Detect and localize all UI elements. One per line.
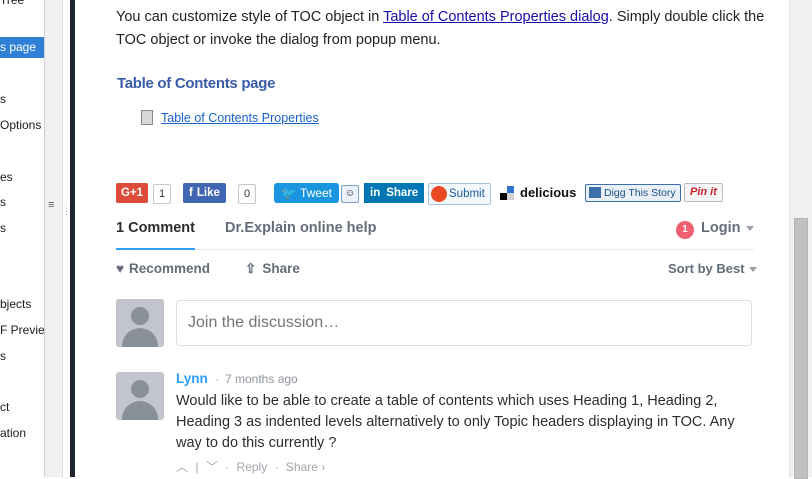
recommend-label: Recommend	[129, 261, 211, 276]
toc-section-heading: Table of Contents page	[117, 75, 276, 92]
recommend-button[interactable]: ♥ Recommend	[116, 261, 210, 276]
share-arrow-icon: ⇪	[245, 261, 257, 276]
tab-comments[interactable]: 1 Comment	[116, 220, 195, 236]
linkedin-share-label: Share	[386, 187, 419, 199]
toc-entry-link[interactable]: Table of Contents Properties	[161, 111, 319, 125]
vertical-scrollbar[interactable]	[789, 0, 812, 479]
like-label: Like	[196, 187, 220, 199]
notification-badge[interactable]: 1	[676, 221, 694, 239]
delicious-label: delicious	[520, 185, 577, 200]
sidebar-item[interactable]: s	[0, 221, 6, 235]
google-plus-count: 1	[153, 184, 172, 204]
share-thread-label: Share	[262, 261, 300, 276]
sidebar-item[interactable]: Tree	[0, 0, 24, 7]
scrollbar-thumb[interactable]	[794, 218, 808, 479]
facebook-icon: f	[189, 187, 193, 199]
reply-link[interactable]: Reply	[237, 460, 268, 474]
facebook-like-count: 0	[238, 184, 257, 204]
sidebar-item[interactable]: bjects	[0, 297, 31, 311]
stumbleupon-icon	[431, 186, 447, 202]
pinterest-pin-button[interactable]: Pin it	[684, 183, 723, 202]
commenter-avatar[interactable]	[116, 372, 164, 420]
toc-style-paragraph: You can customize style of TOC object in…	[116, 6, 766, 52]
sidebar-item[interactable]: es	[0, 170, 13, 184]
share-thread-button[interactable]: ⇪ Share	[245, 261, 300, 277]
toc-properties-dialog-link[interactable]: Table of Contents Properties dialog	[383, 9, 609, 25]
stumbleupon-label: Submit	[449, 188, 485, 200]
tab-community[interactable]: Dr.Explain online help	[225, 220, 376, 236]
delicious-button[interactable]: delicious	[500, 183, 576, 203]
sidebar-item[interactable]: ation	[0, 426, 26, 440]
tweet-button[interactable]: 🐦 Tweet	[274, 183, 339, 203]
comment-share-link[interactable]: Share ›	[286, 460, 325, 474]
comment-author[interactable]: Lynn	[176, 371, 208, 386]
heart-icon: ♥	[116, 261, 125, 276]
linkedin-icon: in	[370, 187, 381, 199]
sidebar-item[interactable]: s	[0, 92, 6, 106]
pane-splitter[interactable]	[45, 0, 63, 477]
login-label: Login	[701, 220, 741, 236]
comment-timestamp[interactable]: · 7 months ago	[215, 372, 298, 386]
splitter-grip-icon[interactable]: ≡	[48, 199, 54, 211]
topic-tree-sidebar: Tree s page s Options es s s bjects F Previe s ct a…	[0, 0, 45, 477]
tweet-label: Tweet	[299, 186, 332, 200]
action-separator: ·	[274, 460, 279, 474]
facebook-like-button[interactable]: f Like	[183, 183, 226, 203]
sidebar-item[interactable]: Options	[0, 118, 41, 132]
disqus-tab-divider	[116, 249, 754, 250]
digg-button[interactable]: Digg This Story	[585, 184, 681, 202]
digg-icon	[589, 187, 601, 198]
reddit-icon: ☺	[344, 188, 356, 199]
page-icon	[141, 110, 153, 126]
digg-label: Digg This Story	[604, 187, 676, 199]
sidebar-item[interactable]: s	[0, 349, 6, 363]
sidebar-item[interactable]: ct	[0, 400, 9, 414]
comment-time: 7 months ago	[225, 372, 298, 386]
upvote-icon[interactable]: ︿	[176, 460, 188, 474]
user-avatar	[116, 299, 164, 347]
sort-label: Sort by Best	[668, 261, 745, 276]
active-tab-indicator	[116, 248, 195, 250]
toc-entry: Table of Contents Properties	[141, 110, 319, 126]
delicious-icon	[500, 186, 514, 200]
action-separator: ·	[225, 460, 230, 474]
comment-body: Would like to be able to create a table …	[176, 393, 735, 451]
stumbleupon-submit-button[interactable]: Submit	[428, 183, 491, 205]
reddit-button[interactable]: ☺	[341, 185, 359, 203]
sort-dropdown[interactable]: Sort by Best	[668, 261, 757, 276]
sidebar-item[interactable]: F Previe	[0, 323, 44, 337]
google-plus-button[interactable]: G+1	[116, 183, 149, 203]
meta-separator: ·	[215, 372, 219, 386]
sidebar-item[interactable]: s page	[0, 37, 44, 58]
comment-actions: ︿ | ﹀ · Reply · Share ›	[176, 460, 326, 474]
chevron-down-icon	[748, 267, 757, 273]
sidebar-item[interactable]: s	[0, 195, 6, 209]
join-discussion-input[interactable]	[176, 300, 752, 346]
login-dropdown[interactable]: Login	[701, 220, 755, 236]
linkedin-share-button[interactable]: in Share	[364, 183, 425, 203]
chevron-down-icon	[746, 225, 755, 231]
twitter-bird-icon: 🐦	[281, 186, 296, 200]
para-text-before: You can customize style of TOC object in	[116, 9, 384, 25]
downvote-icon[interactable]: ﹀	[206, 460, 218, 474]
